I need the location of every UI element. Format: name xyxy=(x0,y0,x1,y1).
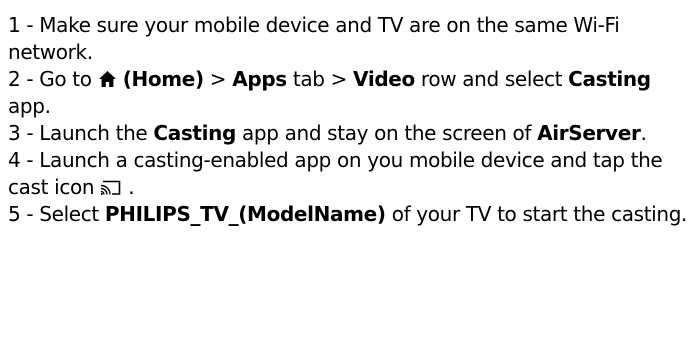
step-text: Launch the xyxy=(39,121,154,145)
step-text: . xyxy=(640,121,647,145)
video-label: Video xyxy=(353,67,415,91)
step-5: 5 - Select PHILIPS_TV_(ModelName) of you… xyxy=(8,201,689,228)
step-text: row and select xyxy=(414,67,569,91)
home-icon xyxy=(98,71,116,87)
step-text: tab > xyxy=(286,67,354,91)
instruction-text: 1 - Make sure your mobile device and TV … xyxy=(0,0,689,340)
casting-app-label: Casting xyxy=(568,67,651,91)
step-4: 4 - Launch a casting-enabled app on you … xyxy=(8,147,689,201)
step-text: Make sure your mobile device and TV are … xyxy=(8,13,620,64)
step-text: Go to xyxy=(39,67,98,91)
step-2: 2 - Go to (Home) > Apps tab > Video row … xyxy=(8,66,689,120)
step-text: of your TV to start the casting. xyxy=(385,202,688,226)
step-number: 1 - xyxy=(8,13,40,37)
step-number: 3 - xyxy=(8,121,40,145)
step-number: 2 - xyxy=(8,67,40,91)
home-label: (Home) xyxy=(122,67,204,91)
apps-label: Apps xyxy=(232,67,287,91)
step-text: Select xyxy=(39,202,105,226)
casting-app-label: Casting xyxy=(153,121,236,145)
device-name: PHILIPS_TV_(ModelName) xyxy=(104,202,386,226)
step-text: > xyxy=(203,67,233,91)
airserver-label: AirServer xyxy=(537,121,641,145)
step-1: 1 - Make sure your mobile device and TV … xyxy=(8,12,689,66)
cast-icon xyxy=(101,180,121,195)
step-text: . xyxy=(122,175,135,199)
step-number: 5 - xyxy=(8,202,40,226)
step-3: 3 - Launch the Casting app and stay on t… xyxy=(8,120,689,147)
step-text: app. xyxy=(8,94,51,118)
step-number: 4 - xyxy=(8,148,40,172)
step-text: app and stay on the screen of xyxy=(235,121,538,145)
